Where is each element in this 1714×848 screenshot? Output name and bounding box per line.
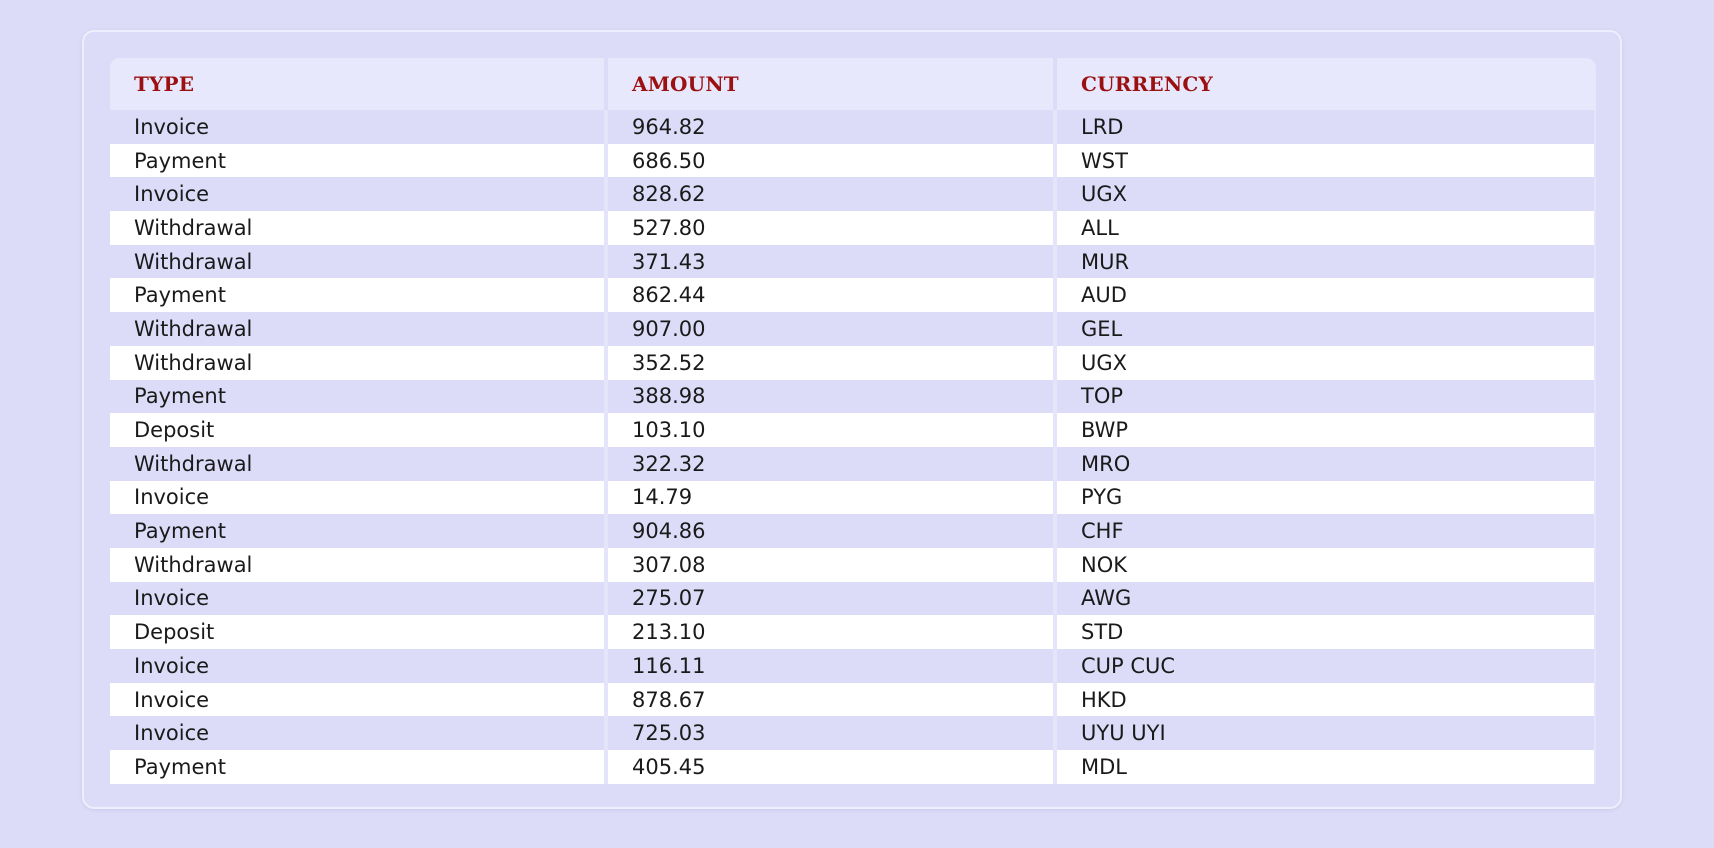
cell-amount: 103.10 — [608, 413, 1057, 447]
cell-amount: 964.82 — [608, 110, 1057, 144]
cell-amount: 907.00 — [608, 312, 1057, 346]
table-row: Invoice 275.07 AWG — [110, 581, 1596, 616]
cell-currency: UGX — [1057, 177, 1596, 212]
cell-currency: BWP — [1057, 413, 1596, 447]
cell-type: Invoice — [110, 716, 608, 751]
table-body: Invoice 964.82 LRD Payment 686.50 WST Invoice 8… — [110, 110, 1596, 784]
cell-type: Payment — [110, 514, 608, 548]
cell-amount: 904.86 — [608, 514, 1057, 548]
table-row: Invoice 725.03 UYU UYI — [110, 716, 1596, 751]
table-row: Payment 904.86 CHF — [110, 514, 1596, 548]
cell-type: Invoice — [110, 177, 608, 212]
table-card: TYPE AMOUNT CURRENCY Invoice 964.82 LRD Pay… — [82, 30, 1622, 809]
cell-amount: 14.79 — [608, 480, 1057, 515]
column-header-currency: CURRENCY — [1081, 72, 1213, 96]
table-row: Withdrawal 371.43 MUR — [110, 244, 1596, 279]
cell-amount: 322.32 — [608, 446, 1057, 481]
table-row: Invoice 14.79 PYG — [110, 480, 1596, 515]
table-row: Payment 862.44 AUD — [110, 278, 1596, 313]
cell-amount: 371.43 — [608, 244, 1057, 279]
table-row: Withdrawal 307.08 NOK — [110, 547, 1596, 582]
table-row: Invoice 116.11 CUP CUC — [110, 649, 1596, 683]
cell-type: Payment — [110, 278, 608, 313]
cell-currency: CHF — [1057, 514, 1596, 548]
cell-currency: CUP CUC — [1057, 649, 1596, 683]
cell-type: Withdrawal — [110, 211, 608, 245]
cell-type: Invoice — [110, 649, 608, 683]
table-row: Deposit 103.10 BWP — [110, 413, 1596, 447]
table-row: Invoice 878.67 HKD — [110, 682, 1596, 717]
cell-amount: 725.03 — [608, 716, 1057, 751]
cell-currency: MRO — [1057, 446, 1596, 481]
cell-currency: WST — [1057, 143, 1596, 178]
cell-currency: UYU UYI — [1057, 716, 1596, 751]
cell-currency: ALL — [1057, 211, 1596, 245]
cell-type: Payment — [110, 143, 608, 178]
cell-currency: HKD — [1057, 682, 1596, 717]
cell-currency: MUR — [1057, 244, 1596, 279]
cell-type: Invoice — [110, 110, 608, 144]
cell-currency: LRD — [1057, 110, 1596, 144]
transactions-table: TYPE AMOUNT CURRENCY Invoice 964.82 LRD Pay… — [110, 58, 1596, 784]
table-row: Invoice 828.62 UGX — [110, 177, 1596, 212]
cell-amount: 405.45 — [608, 750, 1057, 784]
cell-amount: 878.67 — [608, 682, 1057, 717]
cell-currency: PYG — [1057, 480, 1596, 515]
table-row: Withdrawal 527.80 ALL — [110, 211, 1596, 245]
cell-currency: TOP — [1057, 379, 1596, 414]
table-row: Withdrawal 352.52 UGX — [110, 345, 1596, 380]
cell-type: Invoice — [110, 480, 608, 515]
cell-amount: 527.80 — [608, 211, 1057, 245]
cell-amount: 352.52 — [608, 345, 1057, 380]
cell-type: Withdrawal — [110, 312, 608, 346]
cell-currency: UGX — [1057, 345, 1596, 380]
table-header-row: TYPE AMOUNT CURRENCY — [110, 58, 1596, 110]
cell-type: Withdrawal — [110, 244, 608, 279]
cell-amount: 213.10 — [608, 615, 1057, 649]
cell-type: Withdrawal — [110, 547, 608, 582]
table-row: Payment 405.45 MDL — [110, 750, 1596, 784]
cell-currency: AUD — [1057, 278, 1596, 313]
cell-amount: 828.62 — [608, 177, 1057, 212]
cell-type: Deposit — [110, 615, 608, 649]
cell-currency: MDL — [1057, 750, 1596, 784]
table-row: Payment 686.50 WST — [110, 143, 1596, 178]
cell-currency: GEL — [1057, 312, 1596, 346]
cell-amount: 862.44 — [608, 278, 1057, 313]
cell-currency: STD — [1057, 615, 1596, 649]
cell-type: Payment — [110, 379, 608, 414]
table-row: Withdrawal 907.00 GEL — [110, 312, 1596, 346]
cell-amount: 307.08 — [608, 547, 1057, 582]
cell-type: Invoice — [110, 581, 608, 616]
cell-type: Payment — [110, 750, 608, 784]
column-header-type: TYPE — [110, 58, 608, 110]
cell-currency: AWG — [1057, 581, 1596, 616]
cell-amount: 116.11 — [608, 649, 1057, 683]
cell-amount: 686.50 — [608, 143, 1057, 178]
cell-type: Deposit — [110, 413, 608, 447]
cell-type: Withdrawal — [110, 446, 608, 481]
cell-amount: 275.07 — [608, 581, 1057, 616]
table-row: Payment 388.98 TOP — [110, 379, 1596, 414]
cell-amount: 388.98 — [608, 379, 1057, 414]
column-header-amount: AMOUNT — [608, 58, 1057, 110]
table-row: Deposit 213.10 STD — [110, 615, 1596, 649]
cell-currency: NOK — [1057, 547, 1596, 582]
cell-type: Withdrawal — [110, 345, 608, 380]
cell-type: Invoice — [110, 682, 608, 717]
table-row: Invoice 964.82 LRD — [110, 110, 1596, 144]
table-row: Withdrawal 322.32 MRO — [110, 446, 1596, 481]
